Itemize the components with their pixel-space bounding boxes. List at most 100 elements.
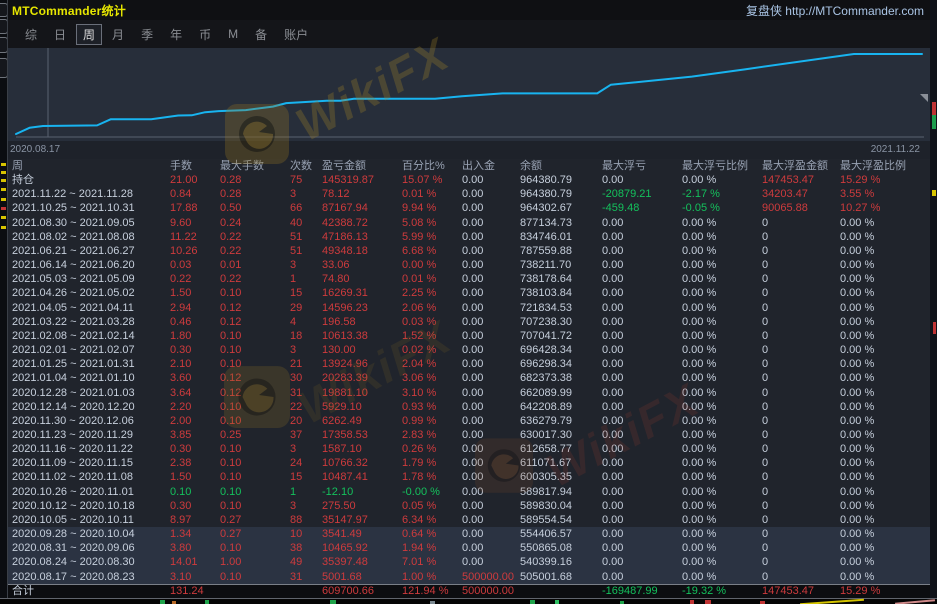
table-row[interactable]: 2020.11.23 ~ 2020.11.293.850.253717358.5…	[8, 428, 930, 442]
cell-period: 2021.06.14 ~ 2021.06.20	[8, 258, 164, 272]
cell-lots: 1.50	[164, 286, 214, 300]
menu-item-1[interactable]: 日	[47, 24, 73, 45]
table-row[interactable]: 2020.12.14 ~ 2020.12.202.200.10225929.10…	[8, 400, 930, 414]
menu-item-5[interactable]: 年	[163, 24, 189, 45]
menu-item-7[interactable]: M	[221, 25, 245, 43]
cell-period: 2021.03.22 ~ 2021.03.28	[8, 315, 164, 329]
window-title: MTCommander统计	[12, 2, 126, 19]
cell-max-float-profit-pct: 0.00 %	[834, 286, 930, 300]
cell-deposit: 500000.00	[456, 585, 514, 598]
cell-pct: 3.06 %	[396, 371, 456, 385]
background-candle-fragment	[690, 600, 694, 604]
cell-lots: 3.60	[164, 371, 214, 385]
cell-max-drawdown: -459.48	[596, 201, 676, 215]
cell-balance: 612658.77	[514, 442, 596, 456]
cell-balance: 540399.16	[514, 555, 596, 569]
cell-max-lots: 0.10	[214, 414, 284, 428]
cell-max-float-profit-pct: 0.00 %	[834, 258, 930, 272]
menu-item-2[interactable]: 周	[76, 24, 102, 45]
cell-max-drawdown: 0.00	[596, 499, 676, 513]
balance-chart	[8, 48, 930, 141]
table-row[interactable]: 2021.01.25 ~ 2021.01.312.100.102113924.9…	[8, 357, 930, 371]
cell-max-float-profit-pct: 0.00 %	[834, 513, 930, 527]
cell-max-float-profit: 0	[756, 414, 834, 428]
table-row[interactable]: 2021.02.01 ~ 2021.02.070.300.103130.000.…	[8, 343, 930, 357]
background-candle-fragment	[933, 322, 936, 334]
table-row[interactable]: 2020.11.09 ~ 2020.11.152.380.102410766.3…	[8, 456, 930, 470]
cell-deposit: 0.00	[456, 428, 514, 442]
menu-item-4[interactable]: 季	[134, 24, 160, 45]
table-row[interactable]: 2020.09.28 ~ 2020.10.041.340.27103541.49…	[8, 527, 930, 541]
table-row[interactable]: 2020.11.30 ~ 2020.12.062.000.10206262.49…	[8, 414, 930, 428]
table-row[interactable]: 2020.11.16 ~ 2020.11.220.300.1031587.100…	[8, 442, 930, 456]
cell-pnl: 35147.97	[316, 513, 396, 527]
cell-max-float-profit-pct: 0.00 %	[834, 527, 930, 541]
cell-pct: 121.94 %	[396, 585, 456, 598]
table-row[interactable]: 2020.11.02 ~ 2020.11.081.500.101510487.4…	[8, 470, 930, 484]
cell-max-drawdown-pct: 0.00 %	[676, 315, 756, 329]
cell-pnl: 145319.87	[316, 173, 396, 187]
table-row[interactable]: 持仓21.000.2875145319.8715.07 %0.00964380.…	[8, 173, 930, 187]
table-row[interactable]: 2021.03.22 ~ 2021.03.280.460.124196.580.…	[8, 315, 930, 329]
cell-max-drawdown-pct: 0.00 %	[676, 357, 756, 371]
background-candle-fragment	[932, 190, 936, 196]
table-row[interactable]: 2021.10.25 ~ 2021.10.3117.880.506687167.…	[8, 201, 930, 215]
cell-pct: 7.01 %	[396, 555, 456, 569]
table-row[interactable]: 2021.08.30 ~ 2021.09.059.600.244042388.7…	[8, 216, 930, 230]
table-row[interactable]: 2020.12.28 ~ 2021.01.033.640.123119881.1…	[8, 386, 930, 400]
table-row[interactable]: 2021.08.02 ~ 2021.08.0811.220.225147186.…	[8, 230, 930, 244]
cell-pct: 2.04 %	[396, 357, 456, 371]
cell-period: 2021.02.01 ~ 2021.02.07	[8, 343, 164, 357]
menu-item-9[interactable]: 账户	[277, 24, 315, 45]
cell-trades: 1	[284, 272, 316, 286]
cell-max-drawdown: 0.00	[596, 386, 676, 400]
cell-max-drawdown-pct: 0.00 %	[676, 555, 756, 569]
cell-trades: 88	[284, 513, 316, 527]
cell-balance: 721834.53	[514, 301, 596, 315]
cell-max-float-profit-pct: 0.00 %	[834, 230, 930, 244]
cell-max-drawdown-pct: -19.32 %	[676, 585, 756, 598]
table-row[interactable]: 2020.10.12 ~ 2020.10.180.300.103275.500.…	[8, 499, 930, 513]
table-row[interactable]: 2020.08.31 ~ 2020.09.063.800.103810465.9…	[8, 541, 930, 555]
cell-max-float-profit-pct: 0.00 %	[834, 541, 930, 555]
table-row[interactable]: 2021.02.08 ~ 2021.02.141.800.101810613.3…	[8, 329, 930, 343]
menu-item-3[interactable]: 月	[105, 24, 131, 45]
cell-max-float-profit-pct: 0.00 %	[834, 315, 930, 329]
cell-max-drawdown-pct: 0.00 %	[676, 216, 756, 230]
cell-pct: 0.64 %	[396, 527, 456, 541]
table-row[interactable]: 2021.04.05 ~ 2021.04.112.940.122914596.2…	[8, 301, 930, 315]
table-row[interactable]: 2021.01.04 ~ 2021.01.103.600.123020283.3…	[8, 371, 930, 385]
cell-max-float-profit-pct: 0.00 %	[834, 442, 930, 456]
table-row[interactable]: 2021.05.03 ~ 2021.05.090.220.22174.800.0…	[8, 272, 930, 286]
menu-item-8[interactable]: 备	[248, 24, 274, 45]
cell-period: 2021.06.21 ~ 2021.06.27	[8, 244, 164, 258]
cell-pct: 0.99 %	[396, 414, 456, 428]
menu-item-6[interactable]: 币	[192, 24, 218, 45]
background-candle-fragment	[932, 102, 936, 115]
cell-max-float-profit: 0	[756, 570, 834, 584]
cell-pct: 2.83 %	[396, 428, 456, 442]
cell-balance: 964380.79	[514, 173, 596, 187]
brand-link[interactable]: 复盘侠 http://MTCommander.com	[746, 2, 924, 19]
cell-max-drawdown-pct: 0.00 %	[676, 541, 756, 555]
cell-max-float-profit: 34203.47	[756, 187, 834, 201]
cell-max-lots: 0.27	[214, 527, 284, 541]
table-row[interactable]: 2021.06.21 ~ 2021.06.2710.260.225149348.…	[8, 244, 930, 258]
cell-max-drawdown: 0.00	[596, 414, 676, 428]
table-row[interactable]: 2020.08.17 ~ 2020.08.233.100.10315001.68…	[8, 570, 930, 584]
table-row[interactable]: 2020.10.26 ~ 2020.11.010.100.101-12.10-0…	[8, 485, 930, 499]
table-row[interactable]: 2020.10.05 ~ 2020.10.118.970.278835147.9…	[8, 513, 930, 527]
cell-max-lots: 0.50	[214, 201, 284, 215]
table-row[interactable]: 2020.08.24 ~ 2020.08.3014.011.004935397.…	[8, 555, 930, 569]
table-row[interactable]: 2021.06.14 ~ 2021.06.200.030.01333.060.0…	[8, 258, 930, 272]
table-row[interactable]: 2021.04.26 ~ 2021.05.021.500.101516269.3…	[8, 286, 930, 300]
cell-period: 2021.08.02 ~ 2021.08.08	[8, 230, 164, 244]
balance-curve	[8, 48, 930, 141]
cell-pnl: 3541.49	[316, 527, 396, 541]
table-row[interactable]: 2021.11.22 ~ 2021.11.280.840.28378.120.0…	[8, 187, 930, 201]
menu-item-0[interactable]: 综	[18, 24, 44, 45]
cell-deposit: 0.00	[456, 230, 514, 244]
cell-max-float-profit: 0	[756, 527, 834, 541]
table-total-row[interactable]: 合计131.24609700.66121.94 %500000.00-16948…	[8, 584, 930, 598]
cell-max-drawdown: 0.00	[596, 173, 676, 187]
